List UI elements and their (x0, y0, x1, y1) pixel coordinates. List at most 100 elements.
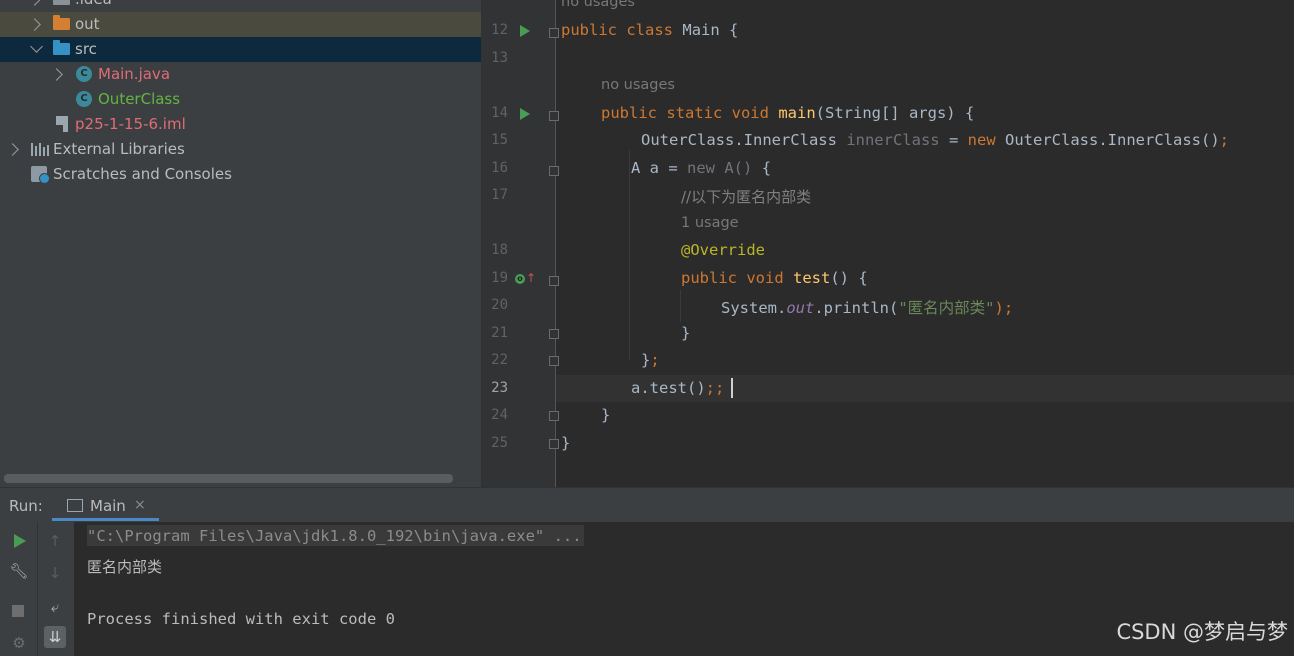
tree-item-src[interactable]: src (0, 37, 481, 62)
type: OuterClass.InnerClass (641, 131, 837, 149)
console-icon (67, 499, 83, 512)
run-panel-title: Run: (9, 497, 43, 515)
keyword: new (967, 131, 996, 149)
brace: } (601, 406, 611, 424)
code-line-23: a.test();; (631, 379, 724, 397)
line-number: 17 (491, 187, 508, 203)
tree-item-external-libraries[interactable]: External Libraries (0, 137, 481, 162)
run-tab-main[interactable]: Main × (52, 488, 158, 522)
line-number: 22 (491, 352, 508, 368)
brace: { (761, 159, 772, 177)
settings-icon[interactable]: ⚙ (8, 632, 30, 654)
run-main-icon[interactable] (520, 108, 530, 120)
code-line-17: //以下为匿名内部类 (681, 186, 811, 207)
tree-item-label: out (75, 15, 100, 33)
console-output[interactable]: "C:\Program Files\Java\jdk1.8.0_192\bin\… (74, 522, 1294, 656)
run-panel-header: Run: Main × (0, 488, 1294, 522)
annotation: @Override (681, 241, 765, 259)
line-number: 18 (491, 242, 508, 258)
tree-item-scratches[interactable]: Scratches and Consoles (0, 162, 481, 187)
wrench-icon[interactable]: 🔧︎ (8, 560, 30, 582)
class-icon: C (76, 66, 92, 82)
tab-label: Main (90, 497, 126, 515)
run-toolbar: ↑ 🔧︎ ↓ ⤶ ⚙ ⇊ (0, 522, 74, 656)
code-line-24: } (601, 406, 610, 424)
run-icon[interactable] (14, 534, 26, 548)
string-literal: "匿名内部类" (898, 299, 995, 317)
stop-icon[interactable] (12, 605, 24, 617)
tree-item-iml[interactable]: p25-1-15-6.iml (0, 112, 481, 137)
chevron-right-icon[interactable] (28, 18, 41, 31)
chevron-right-icon[interactable] (6, 143, 19, 156)
tree-item-idea[interactable]: .idea (0, 0, 481, 12)
code-line-20: System.out.println("匿名内部类"); (721, 296, 1013, 318)
override-marker-icon[interactable]: o (515, 274, 525, 284)
fold-icon[interactable] (549, 329, 559, 339)
semicolon: ;; (705, 379, 725, 397)
usages-hint[interactable]: no usages (601, 77, 675, 93)
project-panel: .idea out src C Main.java C OuterClass p… (0, 0, 482, 487)
horizontal-scrollbar[interactable] (4, 474, 453, 483)
scratches-icon (31, 166, 50, 184)
chevron-down-icon[interactable] (30, 40, 43, 53)
line-number: 15 (491, 132, 508, 148)
usages-hint[interactable]: no usages (561, 0, 635, 10)
params: () { (830, 269, 868, 287)
class-name: Main (682, 21, 720, 39)
line-number: 20 (491, 297, 508, 313)
semicolon: ; (1219, 131, 1229, 149)
comment: //以下为匿名内部类 (681, 188, 812, 206)
method-call: .println( (814, 299, 899, 317)
params: (String[] args) { (815, 104, 975, 122)
line-number: 21 (491, 325, 508, 341)
static-field: out (786, 299, 815, 317)
fold-icon[interactable] (549, 166, 559, 176)
close-icon[interactable]: × (134, 497, 146, 513)
up-arrow-icon[interactable]: ↑ (44, 530, 66, 552)
tree-item-outerclass[interactable]: C OuterClass (0, 87, 481, 112)
indent-guide (680, 290, 681, 322)
code-line-15: OuterClass.InnerClass innerClass = new O… (641, 131, 1229, 149)
brace: } (641, 351, 651, 369)
down-arrow-icon[interactable]: ↓ (44, 562, 66, 584)
fold-icon[interactable] (549, 276, 559, 286)
keyword: public void (681, 269, 784, 287)
code-line-12: public class Main { (561, 21, 738, 39)
tree-item-label: Main.java (98, 65, 171, 83)
semicolon: ; (650, 351, 660, 369)
tree-item-label: p25-1-15-6.iml (75, 115, 186, 133)
line-number: 24 (491, 407, 508, 423)
console-command-line: "C:\Program Files\Java\jdk1.8.0_192\bin\… (87, 525, 584, 546)
code-line-25: } (561, 434, 570, 452)
chevron-right-icon[interactable] (50, 68, 63, 81)
code-editor[interactable]: 12 13 14 15 16 17 18 19 20 21 22 23 24 2… (482, 0, 1294, 487)
indent-guide (629, 150, 630, 360)
fold-icon[interactable] (549, 411, 559, 421)
chevron-right-icon[interactable] (28, 0, 41, 6)
usages-hint[interactable]: 1 usage (681, 215, 739, 231)
run-class-icon[interactable] (520, 25, 530, 37)
module-file-icon (56, 116, 68, 132)
fold-icon[interactable] (549, 356, 559, 366)
fold-icon[interactable] (549, 28, 559, 38)
toolbar-divider (37, 522, 38, 656)
anonymous-new: new A() (687, 159, 753, 177)
active-tab-indicator (52, 518, 159, 521)
line-number-current: 23 (491, 380, 508, 396)
line-number: 12 (491, 22, 508, 38)
tree-item-out[interactable]: out (0, 12, 481, 37)
console-output-line: 匿名内部类 (87, 558, 163, 576)
tree-item-main-java[interactable]: C Main.java (0, 62, 481, 87)
soft-wrap-icon[interactable]: ⤶ (44, 596, 66, 618)
brace: { (729, 21, 739, 39)
line-number: 13 (491, 50, 508, 66)
fold-icon[interactable] (549, 439, 559, 449)
fold-icon[interactable] (549, 111, 559, 121)
keyword: class (626, 21, 674, 39)
semicolon: ); (994, 299, 1014, 317)
brace: } (681, 324, 691, 342)
keyword: public static void (601, 104, 769, 122)
code-line-16: A a = new A() { (631, 159, 771, 177)
scroll-to-end-icon[interactable]: ⇊ (44, 626, 66, 648)
constructor: OuterClass.InnerClass() (1005, 131, 1220, 149)
